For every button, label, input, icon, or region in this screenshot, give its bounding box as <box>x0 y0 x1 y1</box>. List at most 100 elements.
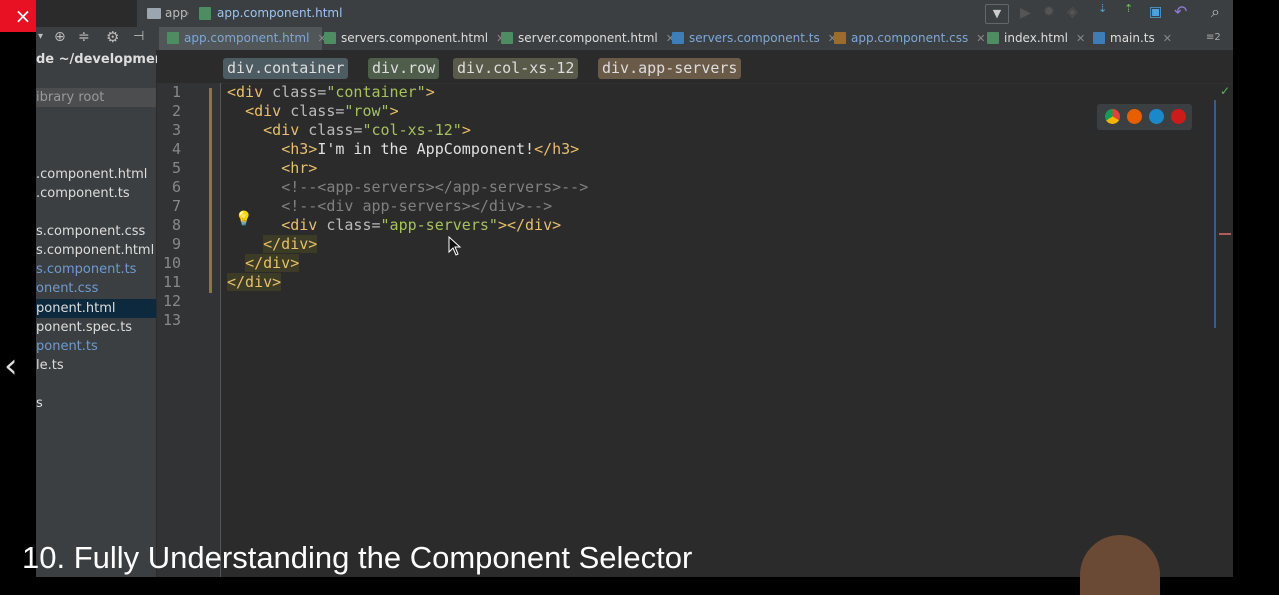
tab-app-component-html[interactable]: app.component.html ✕ <box>159 27 327 50</box>
breadcrumb-tag[interactable]: div.container <box>223 58 349 79</box>
project-file[interactable]: s.component.ts <box>36 260 156 279</box>
close-icon[interactable]: ✕ <box>1076 32 1085 45</box>
library-root[interactable]: ibrary root <box>36 88 156 107</box>
hide-panel-icon[interactable]: ⊣ <box>133 29 144 44</box>
panel-dropdown-icon[interactable]: ▾ <box>38 31 43 42</box>
line-number: 3 <box>171 121 181 139</box>
run-icon[interactable]: ▶ <box>1020 5 1031 21</box>
ts-file-icon <box>672 32 684 44</box>
css-file-icon <box>834 32 846 44</box>
tab-server-component-html[interactable]: server.component.html ✕ <box>501 27 675 50</box>
search-icon[interactable]: ⌕ <box>1211 2 1220 22</box>
breadcrumb-separator: › <box>185 6 190 20</box>
mouse-cursor-icon <box>448 236 462 256</box>
close-icon[interactable]: ✕ <box>976 32 985 45</box>
tab-servers-component-html[interactable]: servers.component.html✕ <box>324 27 505 50</box>
breadcrumb-file[interactable]: app.component.html <box>217 0 342 27</box>
coverage-icon[interactable]: ◈ <box>1067 4 1078 20</box>
tab-servers-component-ts[interactable]: servers.component.ts ✕ <box>672 27 837 50</box>
html-file-icon <box>324 32 336 44</box>
project-panel: de ~/development/ ibrary root .component… <box>36 50 175 577</box>
safari-icon[interactable] <box>1149 109 1164 124</box>
code-line[interactable]: <h3>I'm in the AppComponent!</h3> <box>227 140 579 159</box>
line-number: 13 <box>162 311 181 329</box>
tab-label: server.component.html <box>518 31 658 45</box>
scroll-marker <box>1214 100 1216 328</box>
line-number: 7 <box>171 197 181 215</box>
tabs-overflow[interactable]: ≡2 <box>1206 32 1221 43</box>
chrome-icon[interactable] <box>1105 109 1120 124</box>
code-line[interactable]: <div class="row"> <box>227 102 399 121</box>
line-number: 10 <box>162 254 181 272</box>
navigation-bar: app › app.component.html ▼ ▶ ✹ ◈ ⇣ ⇡ ▣ ↶… <box>137 0 1233 28</box>
breadcrumb-tag[interactable]: div.col-xs-12 <box>453 58 579 79</box>
project-file[interactable]: onent.css <box>36 279 156 298</box>
code-line[interactable]: </div> <box>227 235 318 254</box>
back-arrow-icon[interactable]: ‹ <box>4 346 18 386</box>
revert-icon[interactable]: ↶ <box>1174 2 1187 21</box>
tab-label: index.html <box>1004 31 1068 45</box>
gear-icon[interactable]: ⚙ <box>106 28 119 46</box>
right-margin <box>1233 0 1279 577</box>
error-stripe-marker <box>1219 233 1231 235</box>
html-file-icon <box>199 7 211 20</box>
tab-label: servers.component.ts <box>689 31 820 45</box>
opera-icon[interactable] <box>1171 109 1186 124</box>
vcs-update-icon[interactable]: ⇣ <box>1098 2 1107 15</box>
project-file[interactable]: ponent.ts <box>36 337 156 356</box>
line-number: 6 <box>171 178 181 196</box>
tab-index-html[interactable]: index.html ✕ <box>987 27 1085 50</box>
project-file[interactable]: le.ts <box>36 356 156 375</box>
debug-icon[interactable]: ✹ <box>1043 4 1055 20</box>
project-file[interactable]: .component.html <box>36 165 156 184</box>
html-file-icon <box>501 32 513 44</box>
firefox-icon[interactable] <box>1127 109 1142 124</box>
breadcrumb-tag[interactable]: div.app-servers <box>598 58 742 79</box>
project-file[interactable]: s.component.css <box>36 222 156 241</box>
html-file-icon <box>987 32 999 44</box>
tab-app-component-css[interactable]: app.component.css ✕ <box>834 27 985 50</box>
sync-icon[interactable]: ⊕ <box>54 29 66 45</box>
project-header[interactable]: de ~/development/ <box>36 50 175 69</box>
line-gutter: 1 2 3 4 5 6 7 8 9 10 11 12 13 💡 <box>157 83 252 577</box>
project-file[interactable]: ponent.spec.ts <box>36 318 156 337</box>
vcs-commit-icon[interactable]: ⇡ <box>1124 2 1133 15</box>
left-margin <box>0 32 36 577</box>
ts-file-icon <box>1093 32 1105 44</box>
collapse-icon[interactable]: ≑ <box>78 29 90 45</box>
tab-label: servers.component.html <box>341 31 489 45</box>
code-line[interactable]: <div class="col-xs-12"> <box>227 121 471 140</box>
vcs-history-icon[interactable]: ▣ <box>1149 4 1162 20</box>
line-number: 4 <box>171 140 181 158</box>
code-line[interactable]: <div class="app-servers"></div> <box>227 216 561 235</box>
line-number: 2 <box>171 102 181 120</box>
code-line[interactable]: </div> <box>227 273 282 292</box>
tab-label: app.component.css <box>851 31 969 45</box>
code-line[interactable]: <div class="container"> <box>227 83 435 102</box>
html-file-icon <box>167 32 179 44</box>
change-marker <box>209 88 212 293</box>
video-subtitle: 10. Fully Understanding the Component Se… <box>22 540 693 575</box>
line-number: 9 <box>171 235 181 253</box>
code-line[interactable]: <!--<app-servers></app-servers>--> <box>227 178 588 197</box>
tab-main-ts[interactable]: main.ts ✕ <box>1093 27 1172 50</box>
code-line[interactable]: <hr> <box>227 159 317 178</box>
editor-breadcrumbs: div.container div.row div.col-xs-12 div.… <box>157 50 1233 84</box>
line-number: 11 <box>162 273 181 291</box>
project-file[interactable]: s <box>36 394 156 413</box>
line-number: 8 <box>171 216 181 234</box>
code-line[interactable]: </div> <box>227 254 300 273</box>
close-icon[interactable]: ✕ <box>1163 32 1172 45</box>
line-number: 1 <box>171 83 181 101</box>
run-config-dropdown[interactable]: ▼ <box>985 4 1009 24</box>
breadcrumb-tag[interactable]: div.row <box>368 58 440 79</box>
project-file[interactable]: .component.ts <box>36 184 156 203</box>
folder-icon <box>147 8 161 19</box>
no-errors-icon: ✓ <box>1220 84 1231 98</box>
code-line[interactable]: <!--<div app-servers></div>--> <box>227 197 552 216</box>
editor-tabs: ▾ ⊕ ≑ ⚙ ⊣ app.component.html ✕ servers.co… <box>36 27 1233 51</box>
project-file-selected[interactable]: ponent.html <box>36 299 156 318</box>
tab-label: app.component.html <box>184 31 310 45</box>
browser-preview-bar <box>1097 104 1192 130</box>
project-file[interactable]: s.component.html <box>36 241 156 260</box>
